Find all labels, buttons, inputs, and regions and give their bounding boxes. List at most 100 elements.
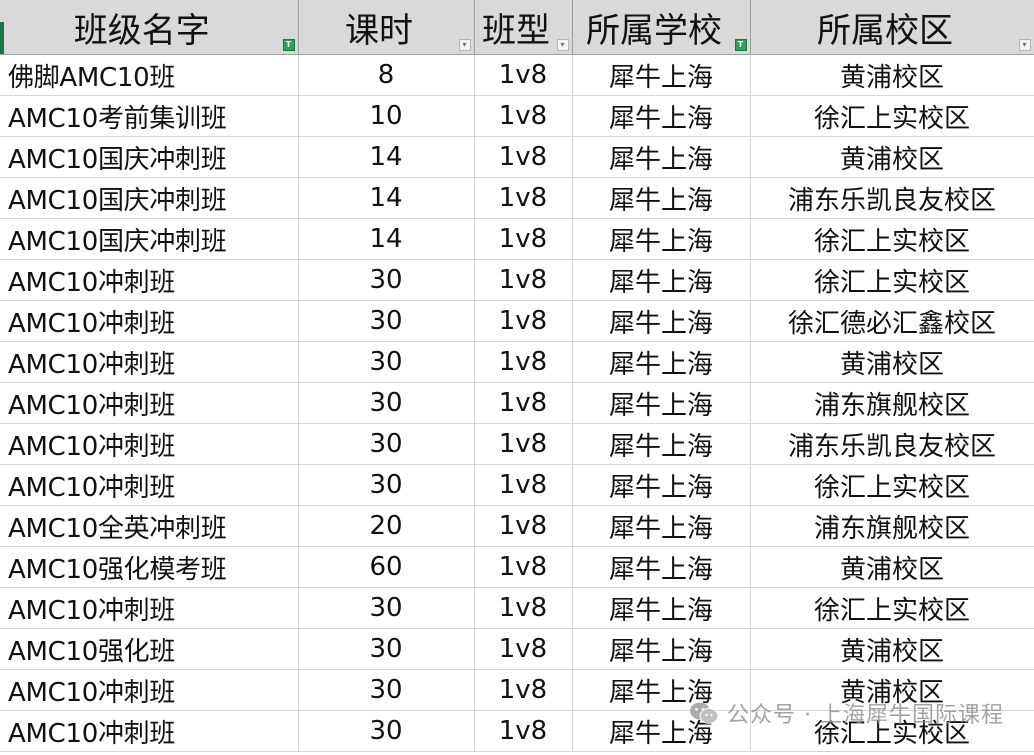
- header-hours[interactable]: 课时 ▾: [298, 0, 475, 55]
- cell-campus[interactable]: 黄浦校区: [750, 546, 1034, 588]
- cell-campus[interactable]: 徐汇德必汇鑫校区: [750, 300, 1034, 342]
- header-label: 所属校区: [817, 10, 953, 51]
- cell-class-name[interactable]: AMC10国庆冲刺班: [0, 218, 299, 260]
- funnel-filter-icon[interactable]: T: [734, 39, 747, 51]
- cell-hours[interactable]: 30: [298, 587, 475, 629]
- cell-class-type[interactable]: 1v8: [474, 136, 573, 178]
- cell-campus[interactable]: 浦东乐凯良友校区: [750, 423, 1034, 465]
- header-class-type[interactable]: 班型 ▾: [474, 0, 573, 55]
- cell-class-name[interactable]: AMC10全英冲刺班: [0, 505, 299, 547]
- cell-class-name[interactable]: AMC10冲刺班: [0, 259, 299, 301]
- cell-hours[interactable]: 30: [298, 423, 475, 465]
- header-campus[interactable]: 所属校区 ▾: [750, 0, 1034, 55]
- dropdown-arrow-icon[interactable]: ▾: [1018, 39, 1031, 51]
- header-school[interactable]: 所属学校 T: [572, 0, 751, 55]
- cell-class-type[interactable]: 1v8: [474, 382, 573, 424]
- cell-hours[interactable]: 14: [298, 218, 475, 260]
- cell-campus[interactable]: 浦东乐凯良友校区: [750, 177, 1034, 219]
- cell-class-name[interactable]: AMC10冲刺班: [0, 423, 299, 465]
- cell-class-type[interactable]: 1v8: [474, 546, 573, 588]
- cell-school[interactable]: 犀牛上海: [572, 628, 751, 670]
- cell-class-name[interactable]: AMC10冲刺班: [0, 464, 299, 506]
- cell-school[interactable]: 犀牛上海: [572, 710, 751, 752]
- cell-class-type[interactable]: 1v8: [474, 423, 573, 465]
- cell-class-type[interactable]: 1v8: [474, 177, 573, 219]
- cell-hours[interactable]: 60: [298, 546, 475, 588]
- cell-hours[interactable]: 30: [298, 259, 475, 301]
- cell-class-type[interactable]: 1v8: [474, 259, 573, 301]
- cell-hours[interactable]: 30: [298, 710, 475, 752]
- cell-school[interactable]: 犀牛上海: [572, 259, 751, 301]
- cell-class-name[interactable]: AMC10强化模考班: [0, 546, 299, 588]
- cell-class-type[interactable]: 1v8: [474, 587, 573, 629]
- cell-class-name[interactable]: AMC10冲刺班: [0, 669, 299, 711]
- cell-campus[interactable]: 黄浦校区: [750, 628, 1034, 670]
- cell-school[interactable]: 犀牛上海: [572, 382, 751, 424]
- cell-class-name[interactable]: AMC10冲刺班: [0, 341, 299, 383]
- dropdown-arrow-icon[interactable]: ▾: [458, 39, 471, 51]
- cell-hours[interactable]: 30: [298, 382, 475, 424]
- dropdown-arrow-icon[interactable]: ▾: [556, 39, 569, 51]
- table-row: AMC10冲刺班 30 1v8 犀牛上海 徐汇德必汇鑫校区: [0, 300, 1034, 342]
- cell-hours[interactable]: 30: [298, 628, 475, 670]
- cell-school[interactable]: 犀牛上海: [572, 464, 751, 506]
- table-row: AMC10冲刺班 30 1v8 犀牛上海 黄浦校区: [0, 341, 1034, 383]
- cell-class-type[interactable]: 1v8: [474, 505, 573, 547]
- cell-campus[interactable]: 黄浦校区: [750, 341, 1034, 383]
- cell-class-name[interactable]: AMC10强化班: [0, 628, 299, 670]
- cell-class-type[interactable]: 1v8: [474, 54, 573, 96]
- cell-hours[interactable]: 30: [298, 300, 475, 342]
- cell-class-name[interactable]: AMC10冲刺班: [0, 382, 299, 424]
- cell-school[interactable]: 犀牛上海: [572, 300, 751, 342]
- cell-hours[interactable]: 30: [298, 669, 475, 711]
- cell-campus[interactable]: 徐汇上实校区: [750, 710, 1034, 752]
- cell-campus[interactable]: 浦东旗舰校区: [750, 382, 1034, 424]
- cell-hours[interactable]: 30: [298, 341, 475, 383]
- cell-class-name[interactable]: AMC10冲刺班: [0, 587, 299, 629]
- cell-school[interactable]: 犀牛上海: [572, 95, 751, 137]
- header-class-name[interactable]: 班级名字 T: [0, 0, 299, 55]
- cell-class-type[interactable]: 1v8: [474, 669, 573, 711]
- cell-campus[interactable]: 徐汇上实校区: [750, 218, 1034, 260]
- cell-campus[interactable]: 徐汇上实校区: [750, 259, 1034, 301]
- cell-class-type[interactable]: 1v8: [474, 710, 573, 752]
- cell-campus[interactable]: 徐汇上实校区: [750, 95, 1034, 137]
- cell-school[interactable]: 犀牛上海: [572, 136, 751, 178]
- cell-campus[interactable]: 徐汇上实校区: [750, 464, 1034, 506]
- cell-hours[interactable]: 8: [298, 54, 475, 96]
- cell-campus[interactable]: 浦东旗舰校区: [750, 505, 1034, 547]
- cell-campus[interactable]: 黄浦校区: [750, 136, 1034, 178]
- cell-class-type[interactable]: 1v8: [474, 95, 573, 137]
- cell-school[interactable]: 犀牛上海: [572, 669, 751, 711]
- cell-school[interactable]: 犀牛上海: [572, 177, 751, 219]
- cell-school[interactable]: 犀牛上海: [572, 505, 751, 547]
- cell-school[interactable]: 犀牛上海: [572, 54, 751, 96]
- cell-class-name[interactable]: AMC10冲刺班: [0, 300, 299, 342]
- cell-hours[interactable]: 14: [298, 177, 475, 219]
- cell-school[interactable]: 犀牛上海: [572, 587, 751, 629]
- cell-campus[interactable]: 黄浦校区: [750, 54, 1034, 96]
- cell-school[interactable]: 犀牛上海: [572, 423, 751, 465]
- funnel-filter-icon[interactable]: T: [282, 39, 295, 51]
- cell-class-name[interactable]: AMC10国庆冲刺班: [0, 177, 299, 219]
- cell-school[interactable]: 犀牛上海: [572, 341, 751, 383]
- cell-hours[interactable]: 10: [298, 95, 475, 137]
- cell-class-type[interactable]: 1v8: [474, 300, 573, 342]
- cell-school[interactable]: 犀牛上海: [572, 218, 751, 260]
- cell-class-name[interactable]: AMC10国庆冲刺班: [0, 136, 299, 178]
- cell-hours[interactable]: 20: [298, 505, 475, 547]
- cell-class-type[interactable]: 1v8: [474, 464, 573, 506]
- cell-class-name[interactable]: 佛脚AMC10班: [0, 54, 299, 96]
- cell-hours[interactable]: 30: [298, 464, 475, 506]
- cell-class-type[interactable]: 1v8: [474, 341, 573, 383]
- cell-campus[interactable]: 黄浦校区: [750, 669, 1034, 711]
- cell-class-type[interactable]: 1v8: [474, 628, 573, 670]
- table-row: AMC10冲刺班 30 1v8 犀牛上海 徐汇上实校区: [0, 587, 1034, 629]
- cell-class-name[interactable]: AMC10冲刺班: [0, 710, 299, 752]
- cell-hours[interactable]: 14: [298, 136, 475, 178]
- table-row: AMC10国庆冲刺班 14 1v8 犀牛上海 黄浦校区: [0, 136, 1034, 178]
- cell-school[interactable]: 犀牛上海: [572, 546, 751, 588]
- cell-class-type[interactable]: 1v8: [474, 218, 573, 260]
- cell-campus[interactable]: 徐汇上实校区: [750, 587, 1034, 629]
- cell-class-name[interactable]: AMC10考前集训班: [0, 95, 299, 137]
